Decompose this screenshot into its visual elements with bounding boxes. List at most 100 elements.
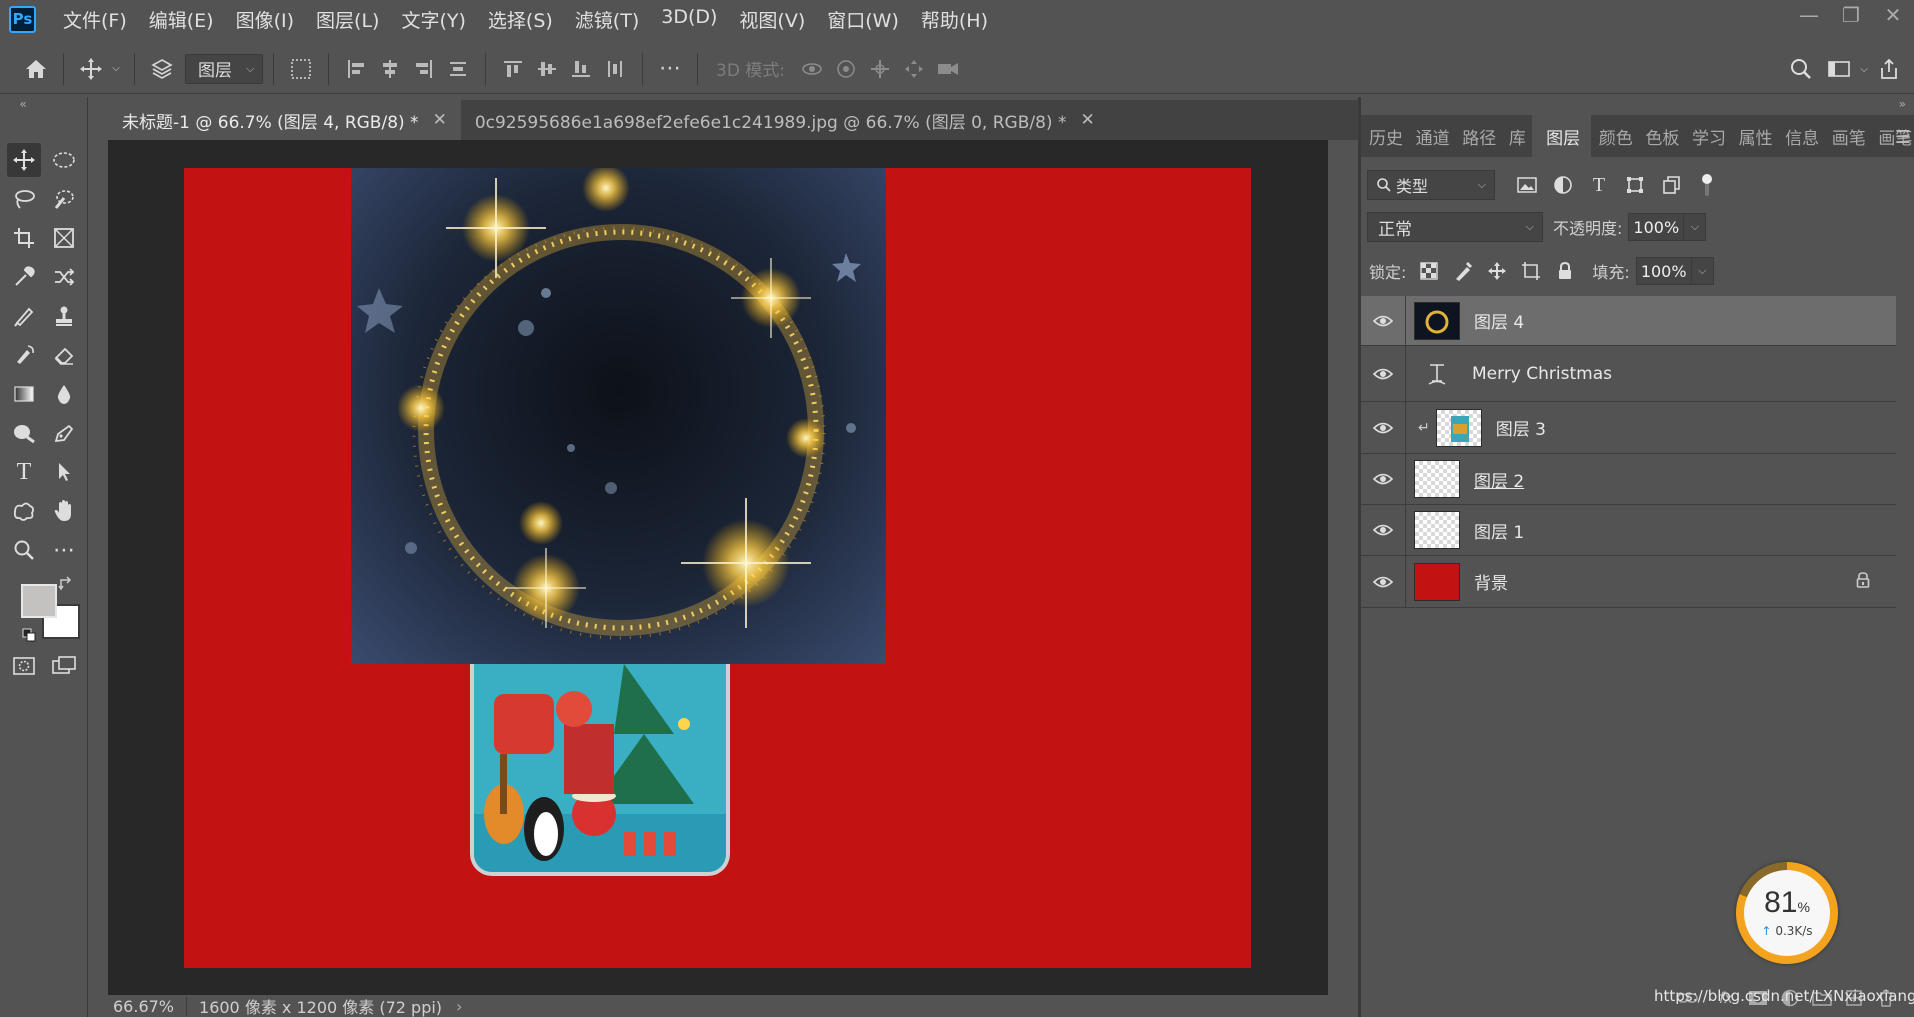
align-right-icon[interactable] — [407, 52, 441, 86]
type-tool-icon[interactable]: T — [7, 455, 41, 489]
minimize-icon[interactable]: — — [1788, 0, 1830, 30]
tab-swatches[interactable]: 色板 — [1637, 115, 1684, 157]
align-horizontal-center-icon[interactable] — [373, 52, 407, 86]
crop-icon[interactable] — [7, 221, 41, 255]
blur-icon[interactable] — [47, 377, 81, 411]
lock-transparent-icon[interactable] — [1412, 256, 1446, 286]
tab-libraries[interactable]: 库 — [1501, 115, 1532, 157]
pen-icon[interactable] — [47, 416, 81, 450]
chevron-down-icon[interactable]: ⌵ — [1856, 52, 1872, 86]
filter-toggle-icon[interactable] — [1689, 170, 1725, 200]
more-options-icon[interactable]: ⋯ — [653, 52, 687, 86]
edit-toolbar-icon[interactable]: ⋯ — [47, 533, 81, 567]
layer-row[interactable]: ↵ 图层 3 — [1361, 402, 1896, 454]
chevron-down-icon[interactable]: ⌵ — [108, 52, 124, 86]
eye-icon[interactable] — [1361, 575, 1405, 589]
menu-file[interactable]: 文件(F) — [63, 6, 127, 33]
tab-learn[interactable]: 学习 — [1684, 115, 1731, 157]
document-tab-jpg[interactable]: 0c92595686e1a698ef2efe6e1c241989.jpg @ 6… — [461, 100, 1109, 140]
chevron-down-icon[interactable]: ⌵ — [1691, 257, 1714, 285]
opacity-input[interactable]: 100% — [1628, 213, 1685, 241]
filter-pixel-icon[interactable] — [1509, 170, 1545, 200]
menu-3d[interactable]: 3D(D) — [661, 6, 717, 33]
auto-select-target-dropdown[interactable]: 图层 ⌵ — [185, 53, 263, 84]
menu-window[interactable]: 窗口(W) — [827, 6, 899, 33]
frame-icon[interactable] — [47, 221, 81, 255]
swap-colors-icon[interactable] — [56, 575, 76, 593]
restore-icon[interactable]: ❐ — [1830, 0, 1872, 30]
status-menu-chevron[interactable]: › — [456, 997, 462, 1016]
align-left-icon[interactable] — [339, 52, 373, 86]
screen-mode-icon[interactable] — [47, 649, 81, 683]
tab-color[interactable]: 颜色 — [1591, 115, 1638, 157]
tab-history[interactable]: 历史 — [1361, 115, 1408, 157]
layer-name[interactable]: 背景 — [1474, 569, 1508, 594]
menu-view[interactable]: 视图(V) — [739, 6, 805, 33]
menu-help[interactable]: 帮助(H) — [921, 6, 988, 33]
default-colors-icon[interactable] — [22, 627, 36, 642]
tab-channels[interactable]: 通道 — [1408, 115, 1455, 157]
document-tab-untitled[interactable]: 未标题-1 @ 66.7% (图层 4, RGB/8) * ✕ — [108, 100, 461, 140]
quick-mask-icon[interactable] — [7, 649, 41, 683]
menu-type[interactable]: 文字(Y) — [401, 6, 465, 33]
close-icon[interactable]: ✕ — [1080, 110, 1094, 130]
elliptical-marquee-icon[interactable] — [47, 143, 81, 177]
3d-roll-icon[interactable] — [829, 52, 863, 86]
eraser-icon[interactable] — [47, 338, 81, 372]
lock-all-icon[interactable] — [1548, 256, 1582, 286]
lasso-icon[interactable] — [7, 182, 41, 216]
filter-type-icon[interactable]: T — [1581, 170, 1617, 200]
3d-pan-icon[interactable] — [863, 52, 897, 86]
search-icon[interactable] — [1784, 52, 1818, 86]
layer-filter-dropdown[interactable]: 类型 ⌵ — [1367, 170, 1495, 200]
layer-row[interactable]: 图层 2 — [1361, 454, 1896, 505]
layer-row[interactable]: 背景 — [1361, 556, 1896, 608]
christmas-illustration-image[interactable] — [470, 664, 730, 876]
fill-input[interactable]: 100% — [1635, 257, 1692, 285]
layer-name[interactable]: 图层 1 — [1474, 518, 1524, 543]
clone-stamp-icon[interactable] — [47, 299, 81, 333]
3d-slide-icon[interactable] — [897, 52, 931, 86]
tab-layers[interactable]: 图层 — [1532, 115, 1591, 157]
menu-layer[interactable]: 图层(L) — [316, 6, 379, 33]
align-vertical-center-icon[interactable] — [530, 52, 564, 86]
move-tool-icon[interactable] — [74, 52, 108, 86]
foreground-color-swatch[interactable] — [21, 584, 57, 618]
filter-smart-object-icon[interactable] — [1653, 170, 1689, 200]
history-brush-icon[interactable] — [7, 338, 41, 372]
3d-camera-icon[interactable] — [931, 52, 965, 86]
share-icon[interactable] — [1872, 52, 1906, 86]
align-bottom-icon[interactable] — [564, 52, 598, 86]
lock-image-icon[interactable] — [1446, 256, 1480, 286]
home-icon[interactable] — [19, 52, 53, 86]
zoom-icon[interactable] — [7, 533, 41, 567]
layer-name[interactable]: 图层 4 — [1474, 308, 1524, 333]
lock-icon[interactable] — [1856, 571, 1870, 594]
layer-row[interactable]: 图层 4 — [1361, 296, 1896, 346]
collapse-panel-icon[interactable]: » — [1899, 97, 1906, 111]
layer-name[interactable]: Merry Christmas — [1472, 364, 1612, 384]
panel-menu-icon[interactable]: ☰ — [1895, 127, 1911, 148]
eye-icon[interactable] — [1361, 472, 1405, 486]
chevron-down-icon[interactable]: ⌵ — [1684, 213, 1707, 241]
menu-image[interactable]: 图像(I) — [236, 6, 294, 33]
distribute-vertical-icon[interactable] — [441, 52, 475, 86]
filter-shape-icon[interactable] — [1617, 170, 1653, 200]
menu-filter[interactable]: 滤镜(T) — [575, 6, 639, 33]
layer-row[interactable]: Merry Christmas — [1361, 346, 1896, 402]
tab-properties[interactable]: 属性 — [1731, 115, 1778, 157]
lock-artboard-icon[interactable] — [1514, 256, 1548, 286]
blend-mode-dropdown[interactable]: 正常 ⌵ — [1367, 212, 1543, 242]
tab-info[interactable]: 信息 — [1777, 115, 1824, 157]
tab-brushes[interactable]: 画笔 — [1824, 115, 1871, 157]
tab-paths[interactable]: 路径 — [1454, 115, 1501, 157]
dodge-icon[interactable] — [7, 416, 41, 450]
close-icon[interactable]: ✕ — [1872, 0, 1914, 30]
glitter-ring-image[interactable] — [351, 168, 886, 664]
path-selection-icon[interactable] — [47, 455, 81, 489]
eyedropper-icon[interactable] — [7, 260, 41, 294]
transform-controls-icon[interactable] — [284, 52, 318, 86]
close-icon[interactable]: ✕ — [433, 110, 447, 130]
eye-icon[interactable] — [1361, 367, 1405, 381]
lock-position-icon[interactable] — [1480, 256, 1514, 286]
